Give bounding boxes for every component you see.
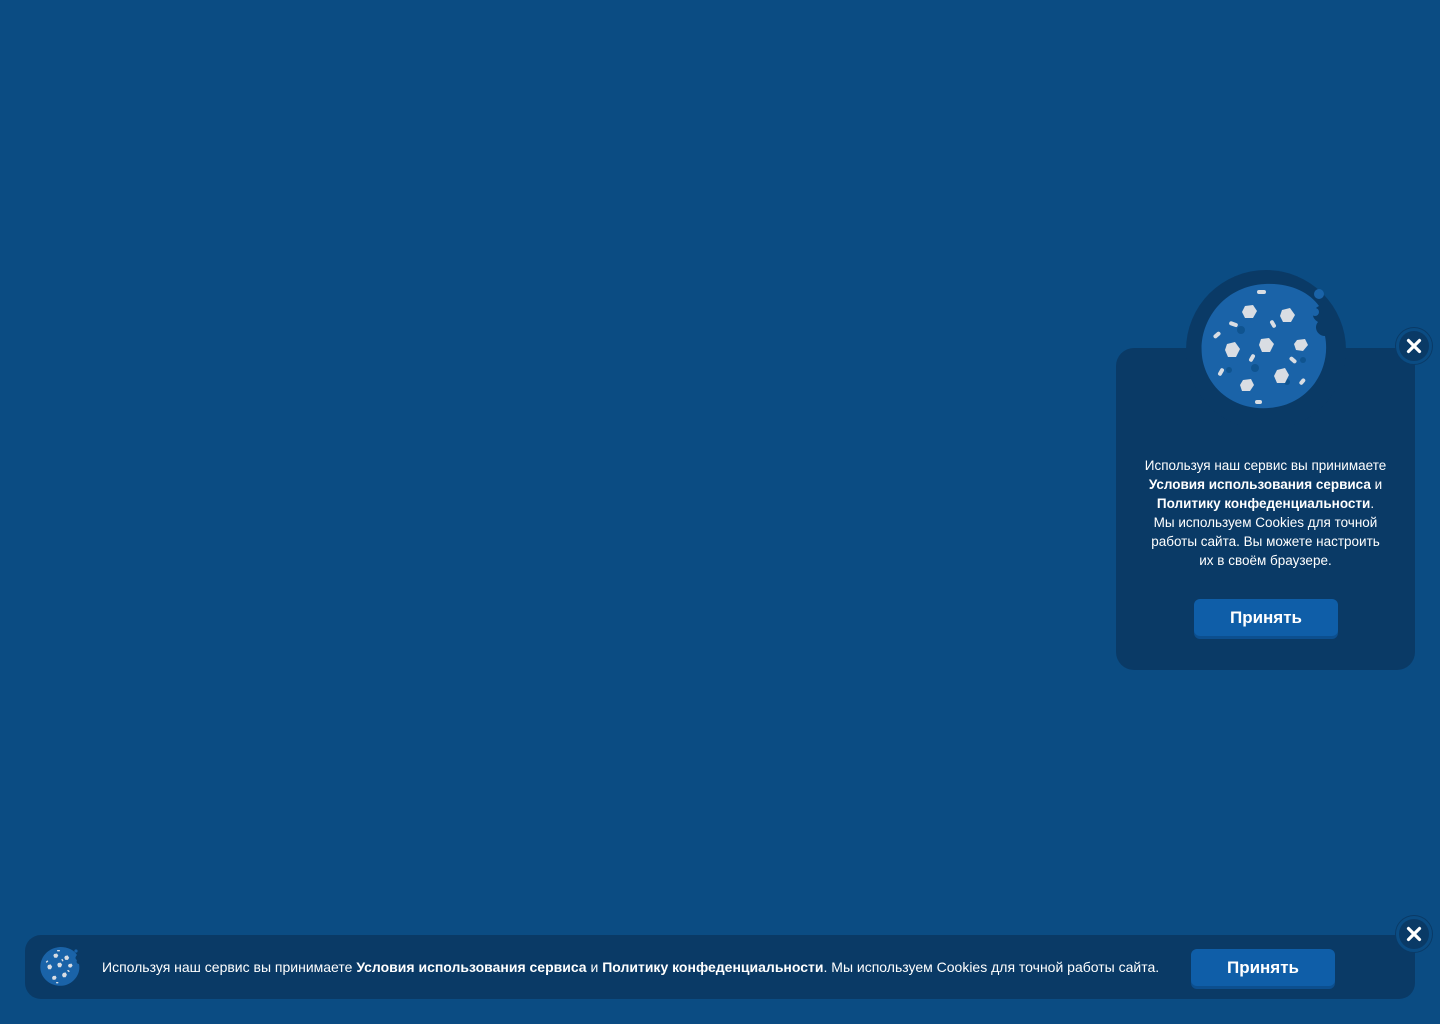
- bar-text-intro: Используя наш сервис вы принимаете: [102, 959, 353, 975]
- popup-message: Используя наш сервис вы принимаете Услов…: [1126, 456, 1405, 570]
- page-background: Используя наш сервис вы принимаете Услов…: [0, 0, 1440, 1024]
- popup-period: .: [1370, 496, 1375, 511]
- close-icon: [1406, 926, 1422, 942]
- bar-close-button[interactable]: [1396, 916, 1432, 952]
- terms-link[interactable]: Условия использования сервиса: [356, 959, 586, 975]
- privacy-link[interactable]: Политику конфеденциальности: [1157, 496, 1370, 511]
- privacy-link[interactable]: Политику конфеденциальности: [602, 959, 823, 975]
- popup-close-button[interactable]: [1396, 328, 1432, 364]
- popup-text-intro: Используя наш сервис вы принимаете: [1144, 458, 1387, 473]
- terms-link[interactable]: Условия использования сервиса: [1149, 477, 1371, 492]
- popup-accept-button[interactable]: Принять: [1194, 599, 1338, 636]
- bar-message: Используя наш сервис вы принимаете Услов…: [102, 958, 1159, 977]
- bar-and-word: и: [590, 959, 599, 975]
- popup-cookies-note: Мы используем Cookies для точной работы …: [1151, 515, 1380, 568]
- popup-and-word: и: [1374, 477, 1383, 492]
- bar-accept-button[interactable]: Принять: [1191, 949, 1335, 986]
- bar-cookies-note: . Мы используем Cookies для точной работ…: [823, 959, 1160, 975]
- cookie-icon: [1185, 270, 1347, 430]
- cookie-icon: [37, 945, 83, 990]
- close-icon: [1406, 338, 1422, 354]
